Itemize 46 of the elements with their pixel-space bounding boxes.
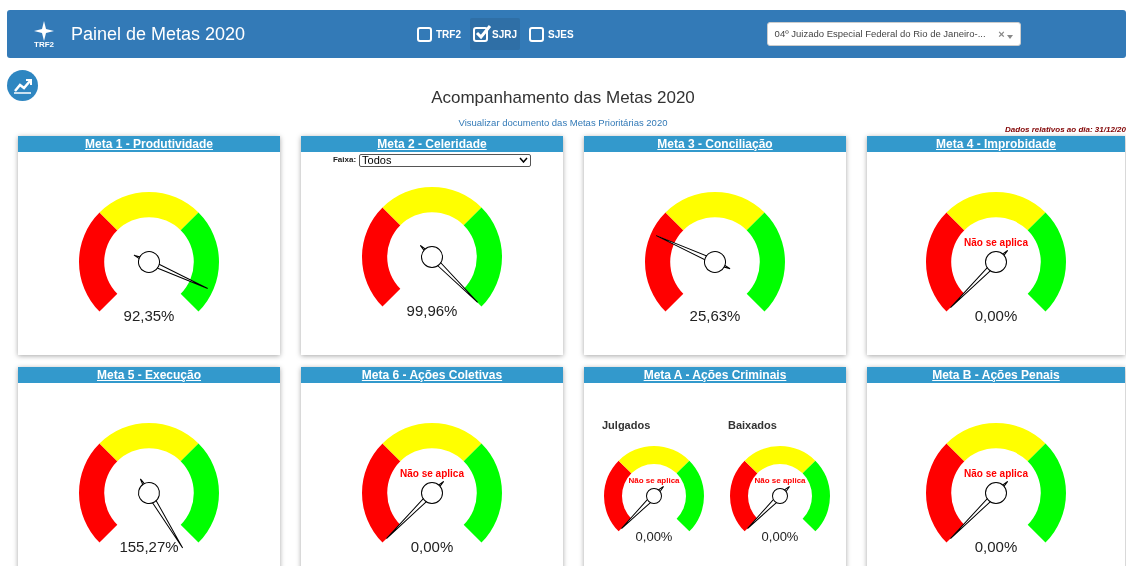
gauge-needle [746, 485, 791, 529]
app-title: Painel de Metas 2020 [71, 22, 247, 46]
gauge-label: Baixados [728, 418, 778, 433]
caret-icon[interactable] [1006, 34, 1013, 39]
unit-select[interactable]: 04º Juizado Especial Federal do Rio de Janeiro-... × [766, 22, 1021, 46]
logo-text: TRF2 [34, 40, 54, 49]
gauge-reading: 25,63% [688, 306, 742, 327]
chart-icon[interactable] [7, 70, 38, 101]
card-title[interactable]: Meta 2 - Celeridade [301, 136, 563, 152]
gauge-reading: 0,00% [973, 306, 1019, 327]
check-icon [474, 23, 492, 42]
not-applicable-note: Não se aplica [963, 467, 1029, 482]
document-link[interactable]: Visualizar documento das Metas Prioritárias 2020 [458, 115, 668, 130]
card-title[interactable]: Meta 3 - Conciliação [584, 136, 846, 152]
not-applicable-note: Não se aplica [399, 467, 465, 482]
card-title[interactable]: Meta 4 - Improbidade [867, 136, 1125, 152]
not-applicable-note: Não se aplica [963, 236, 1029, 251]
range-select[interactable]: Todos [359, 153, 532, 167]
gauge-needle [419, 244, 479, 303]
card-title[interactable]: Meta A - Ações Criminais [584, 367, 846, 383]
gauge-needle [949, 249, 1009, 309]
filter-label: Faixa: [332, 154, 357, 166]
gauge-needle [620, 485, 665, 529]
gauge-reading: 155,27% [118, 537, 180, 558]
gauge-reading: 0,00% [760, 527, 800, 546]
section-checkbox[interactable]: SJRJ [470, 18, 520, 50]
data-date-note: Dados relativos ao dia: 31/12/20 [1005, 124, 1126, 136]
gauge-reading: 92,35% [122, 306, 176, 327]
card-title[interactable]: Meta 6 - Ações Coletivas [301, 367, 563, 383]
not-applicable-note: Não se aplica [627, 474, 681, 487]
card-title[interactable]: Meta B - Ações Penais [867, 367, 1125, 383]
gauge-reading: 0,00% [409, 537, 455, 558]
gauge-reading: 0,00% [973, 537, 1019, 558]
chevron-icon[interactable] [519, 157, 529, 163]
gauge-reading: 99,96% [405, 301, 459, 322]
clear-icon[interactable]: × [998, 25, 1005, 43]
section-checkbox[interactable]: TRF2 [414, 18, 464, 50]
card-title[interactable]: Meta 1 - Produtividade [18, 136, 280, 152]
gauge-needle [949, 480, 1009, 540]
gauge-needle [385, 480, 445, 540]
gauge-reading: 0,00% [634, 527, 674, 546]
not-applicable-note: Não se aplica [753, 474, 807, 487]
page-title: Acompanhamento das Metas 2020 [431, 87, 695, 109]
gauge-label: Julgados [602, 418, 652, 433]
card-title[interactable]: Meta 5 - Execução [18, 367, 280, 383]
section-checkbox[interactable]: SJES [526, 18, 577, 50]
